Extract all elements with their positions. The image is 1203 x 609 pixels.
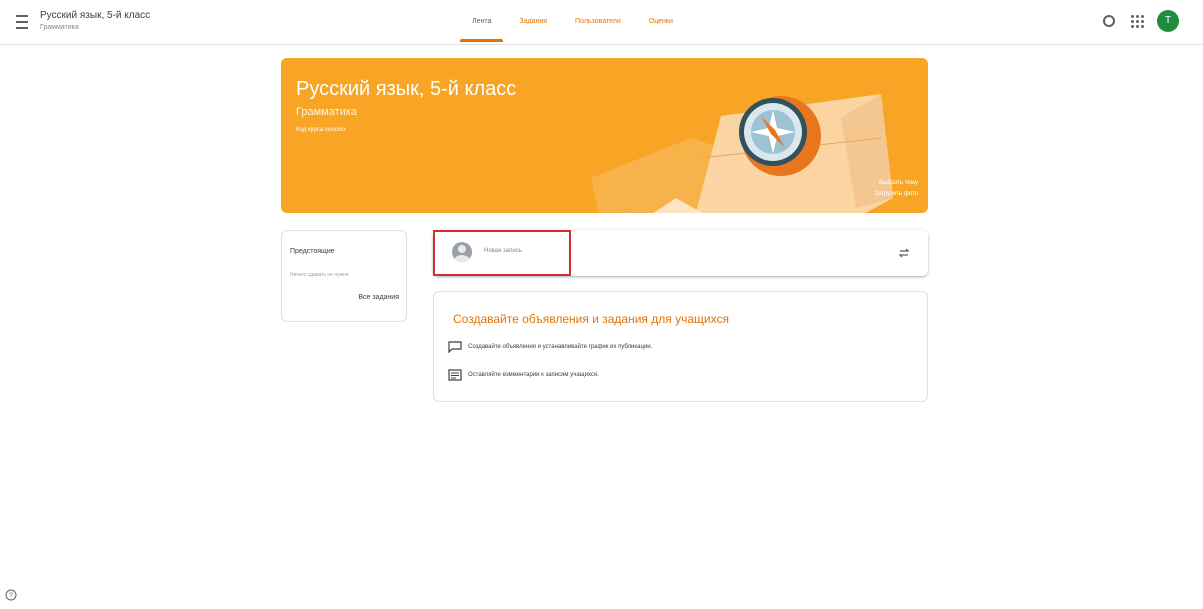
all-tasks-link[interactable]: Все задания bbox=[358, 294, 399, 301]
upcoming-empty-text: Ничего сдавать не нужно bbox=[290, 272, 349, 278]
info-row: Оставляйте комментарии к записям учащихс… bbox=[448, 368, 599, 382]
tab-stream[interactable]: Лента bbox=[458, 0, 505, 44]
tab-grades[interactable]: Оценки bbox=[635, 0, 687, 44]
main-menu-button[interactable] bbox=[16, 11, 32, 31]
info-row-text: Создавайте объявления и устанавливайте г… bbox=[468, 344, 653, 350]
message-icon bbox=[448, 369, 462, 381]
info-card: Создавайте объявления и задания для учащ… bbox=[433, 291, 928, 402]
info-card-title: Создавайте объявления и задания для учащ… bbox=[453, 312, 729, 326]
new-post-highlight-box[interactable] bbox=[433, 230, 571, 276]
apps-grid-icon[interactable] bbox=[1128, 12, 1146, 30]
tab-people[interactable]: Пользователи bbox=[561, 0, 635, 44]
upcoming-title: Предстоящие bbox=[290, 248, 335, 255]
course-banner: Русский язык, 5-й класс Грамматика Код к… bbox=[281, 58, 928, 213]
header-course-subtitle: Грамматика bbox=[40, 24, 79, 31]
new-post-card[interactable]: Новая запись bbox=[433, 230, 928, 276]
upload-photo-link[interactable]: Загрузить фото bbox=[875, 191, 918, 197]
help-icon[interactable]: ? bbox=[5, 589, 17, 601]
top-bar: Русский язык, 5-й класс Грамматика Лента… bbox=[0, 0, 1203, 45]
header-course-title[interactable]: Русский язык, 5-й класс bbox=[40, 10, 150, 21]
account-avatar[interactable]: Т bbox=[1157, 10, 1179, 32]
navigation-tabs: Лента Задания Пользователи Оценки bbox=[458, 0, 687, 44]
settings-gear-icon[interactable] bbox=[1100, 12, 1118, 30]
tab-classwork[interactable]: Задания bbox=[505, 0, 561, 44]
repost-icon[interactable] bbox=[898, 247, 910, 259]
comment-icon bbox=[448, 341, 462, 353]
svg-text:?: ? bbox=[9, 593, 13, 600]
choose-theme-link[interactable]: Выбрать тему bbox=[879, 180, 918, 186]
course-code[interactable]: Код курса ххххххх bbox=[296, 127, 346, 133]
info-row-text: Оставляйте комментарии к записям учащихс… bbox=[468, 372, 599, 378]
info-row: Создавайте объявления и устанавливайте г… bbox=[448, 340, 652, 354]
banner-course-subtitle: Грамматика bbox=[296, 106, 357, 118]
banner-course-title: Русский язык, 5-й класс bbox=[296, 78, 517, 100]
upcoming-card: Предстоящие Ничего сдавать не нужно Все … bbox=[281, 230, 407, 322]
